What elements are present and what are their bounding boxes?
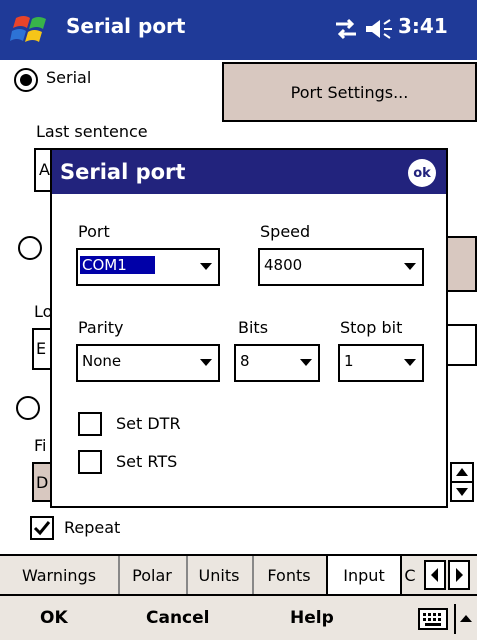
tab-c[interactable]: C (398, 556, 422, 594)
serial-radio[interactable] (14, 68, 38, 92)
set-rts-label: Set RTS (116, 452, 178, 471)
repeat-label: Repeat (64, 518, 121, 537)
set-rts-checkbox[interactable] (78, 450, 102, 474)
repeat-checkbox[interactable] (30, 516, 54, 540)
fi-scroll-spinner[interactable] (450, 462, 474, 502)
stop-bit-dropdown[interactable]: 1 (338, 344, 424, 382)
speed-label: Speed (260, 222, 311, 241)
serial-port-dialog: Serial port ok Port COM1 Speed 4800 Pari… (50, 148, 448, 508)
chevron-down-icon (200, 359, 212, 366)
network-settings-button[interactable] (446, 236, 477, 292)
speed-value: 4800 (264, 256, 303, 274)
serial-label: Serial (46, 68, 92, 87)
menu-bar: OK Cancel Help (0, 594, 477, 640)
window-title: Serial port (66, 14, 186, 38)
connectivity-icon[interactable] (332, 16, 360, 42)
dialog-header: Serial port ok (52, 150, 446, 194)
lo-value: E (36, 339, 47, 358)
file-radio[interactable] (16, 396, 40, 420)
port-dropdown[interactable]: COM1 (76, 248, 220, 286)
port-settings-button[interactable]: Port Settings... (222, 62, 477, 122)
stop-bit-label: Stop bit (340, 318, 403, 337)
parity-value: None (82, 352, 122, 370)
cancel-button[interactable]: Cancel (146, 608, 209, 628)
tab-scroll-left-button[interactable] (424, 560, 446, 590)
tab-input[interactable]: Input (326, 556, 402, 596)
title-bar: Serial port 3:41 (0, 0, 477, 60)
chevron-down-icon (200, 263, 212, 270)
speed-dropdown[interactable]: 4800 (258, 248, 424, 286)
last-sentence-value: A (39, 160, 50, 179)
chevron-down-icon (404, 263, 416, 270)
keyboard-icon[interactable] (418, 608, 448, 630)
bits-dropdown[interactable]: 8 (234, 344, 320, 382)
lo-right-field[interactable] (446, 324, 477, 366)
fi-value: D (36, 472, 49, 492)
set-dtr-label: Set DTR (116, 414, 181, 433)
dialog-title: Serial port (60, 160, 186, 184)
ok-icon[interactable]: ok (408, 159, 436, 187)
clock-time[interactable]: 3:41 (398, 14, 448, 38)
tab-fonts[interactable]: Fonts (252, 556, 328, 594)
tab-units[interactable]: Units (186, 556, 254, 594)
port-settings-label: Port Settings... (290, 82, 409, 102)
tab-strip: Warnings Polar Units Fonts Input C (0, 554, 477, 596)
ok-label: ok (413, 165, 431, 181)
windows-start-icon[interactable] (10, 10, 52, 50)
speaker-icon[interactable] (364, 16, 394, 42)
tab-polar[interactable]: Polar (118, 556, 188, 594)
tab-scroll-right-button[interactable] (448, 560, 470, 590)
bits-value: 8 (240, 352, 250, 370)
parity-label: Parity (78, 318, 124, 337)
tab-warnings[interactable]: Warnings (0, 556, 120, 594)
input-selector-arrow-icon[interactable] (454, 604, 474, 634)
parity-dropdown[interactable]: None (76, 344, 220, 382)
chevron-down-icon (300, 359, 312, 366)
set-dtr-checkbox[interactable] (78, 412, 102, 436)
bits-label: Bits (238, 318, 269, 337)
chevron-down-icon (404, 359, 416, 366)
network-radio[interactable] (18, 236, 42, 260)
port-value: COM1 (80, 256, 155, 274)
fi-label: Fi (34, 436, 47, 455)
port-label: Port (78, 222, 110, 241)
help-button[interactable]: Help (290, 608, 334, 628)
last-sentence-label: Last sentence (36, 122, 148, 141)
ok-button[interactable]: OK (40, 608, 68, 628)
stop-bit-value: 1 (344, 352, 354, 370)
